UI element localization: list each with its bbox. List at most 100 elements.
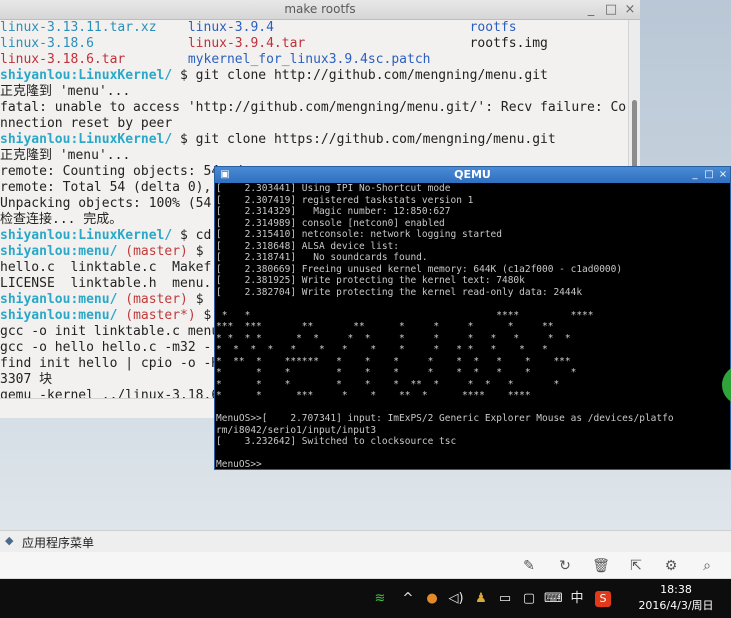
prompt-command: $ git clone http://github.com/mengning/m… — [172, 68, 548, 83]
menuos-ascii-art-line: * * * * * * * * * * * * * * * — [216, 344, 548, 355]
prompt-branch: (master) — [117, 292, 188, 307]
keyboard-icon[interactable]: ⌨ — [544, 590, 563, 608]
output-text: nnection reset by peer — [0, 116, 173, 131]
chevron-up-icon[interactable]: ^ — [399, 590, 417, 608]
output-text: 检查连接... 完成。 — [0, 212, 123, 227]
display-icon[interactable]: ▭ — [496, 590, 514, 608]
ls-row: linux-3.18.6.tar mykernel_for_linux3.9.4… — [0, 52, 628, 68]
settings-icon[interactable]: ⚙ — [662, 557, 680, 575]
console-line: MenuOS>>[ 2.707341] input: ImExPS/2 Gene… — [216, 413, 674, 424]
ls-row: linux-3.13.11.tar.xz linux-3.9.4 rootfs — [0, 20, 628, 36]
ls-entry: linux-3.9.4 — [187, 20, 470, 35]
prompt-path: :LinuxKernel/ — [70, 132, 173, 147]
boot-log-line: [ 2.307419] registered taskstats version… — [216, 194, 474, 206]
prompt-command: $ git clone https://github.com/mengning/… — [172, 132, 556, 147]
taskbar-clock[interactable]: 18:38 2016/4/3/周日 — [626, 582, 726, 614]
terminal-titlebar[interactable]: make rootfs _ □ × — [0, 0, 640, 20]
ls-entry: linux-3.18.6 — [0, 36, 188, 51]
boot-log-line: [ 2.303441] Using IPI No-Shortcut mode — [216, 183, 451, 194]
menuos-ascii-art-line: * * * * * * * * * * * * * * * — [216, 332, 571, 344]
prompt-user: shiyanlou — [0, 68, 71, 83]
boot-log-line: [ 2.318648] ALSA device list: — [216, 240, 400, 252]
output-text: qemu -kernel ../linux-3.18.6 — [0, 388, 220, 398]
close-icon[interactable]: × — [621, 1, 639, 19]
output-text: fatal: unable to access 'http://github.c… — [0, 100, 627, 115]
minimize-icon[interactable]: _ — [582, 1, 600, 19]
output-text: find init hello | cpio -o -H — [0, 356, 220, 371]
boot-log-line: [ 2.315410] netconsole: network logging … — [216, 229, 502, 240]
boot-log-line: [ 2.380669] Freeing unused kernel memory… — [216, 263, 623, 275]
terminal-title: make rootfs — [284, 2, 356, 16]
taskbar: ≋ ^ ● ◁) ♟ ▭ ▢ ⌨ 中 S 18:38 2016/4/3/周日 — [0, 579, 731, 618]
minimize-icon[interactable]: _ — [688, 168, 702, 182]
menuos-ascii-art-line: * * * * * * ** * * * * * — [216, 378, 560, 390]
prompt-user: shiyanlou — [0, 308, 71, 323]
maximize-icon[interactable]: □ — [602, 1, 620, 19]
output-line: 正克隆到 'menu'... — [0, 148, 628, 164]
sogou-input-icon[interactable]: S — [595, 591, 611, 607]
message-icon[interactable]: ▢ — [520, 590, 538, 608]
volume-icon[interactable]: ◁) — [447, 590, 465, 608]
menuos-ascii-art-line: * * **** **** — [216, 309, 594, 321]
menuos-ascii-art-line: * * * * * * * * * * * * — [216, 367, 577, 378]
output-line: nnection reset by peer — [0, 116, 628, 132]
prompt-command: $ cd — [172, 228, 212, 243]
qemu-titlebar[interactable]: ▣ QEMU _ □ × — [215, 167, 730, 183]
boot-log-line: [ 2.314989] console [netcon0] enabled — [216, 217, 445, 229]
clock-time: 18:38 — [660, 583, 692, 596]
search-icon[interactable]: ⌕ — [698, 557, 716, 575]
wifi-icon[interactable]: ≋ — [371, 590, 389, 608]
app-menu-icon: ◆ — [5, 534, 14, 547]
console-line: MenuOS>>_ — [216, 459, 268, 469]
prompt-branch: (master) — [117, 244, 188, 259]
maximize-icon[interactable]: □ — [702, 168, 716, 182]
prompt-branch: (master*) — [117, 308, 196, 323]
prompt-user: shiyanlou — [0, 132, 71, 147]
qemu-window[interactable]: ▣ QEMU _ □ × [ 2.303441] Using IPI No-Sh… — [214, 166, 731, 470]
clock-date: 2016/4/3/周日 — [638, 599, 714, 612]
pin-icon[interactable]: ✎ — [520, 557, 538, 575]
trash-icon[interactable]: 🗑 — [592, 557, 610, 575]
prompt-user: shiyanlou — [0, 228, 71, 243]
output-text: 正克隆到 'menu'... — [0, 84, 131, 99]
application-menu-bar[interactable]: ◆ 应用程序菜单 — [0, 530, 731, 552]
ls-entry: rootfs — [469, 20, 517, 35]
prompt-user: shiyanlou — [0, 292, 71, 307]
console-line: [ 3.232642] Switched to clocksource tsc — [216, 436, 457, 447]
prompt-command: $ — [187, 292, 212, 307]
output-text: hello.c linktable.c Makef — [0, 260, 212, 275]
prompt-user: shiyanlou — [0, 244, 71, 259]
refresh-icon[interactable]: ↻ — [556, 557, 574, 575]
prompt-path: :LinuxKernel/ — [70, 228, 173, 243]
ls-entry: linux-3.18.6.tar — [0, 52, 188, 67]
application-menu-label[interactable]: 应用程序菜单 — [22, 534, 94, 551]
ls-entry: linux-3.13.11.tar.xz — [0, 20, 188, 35]
monkey-app-icon[interactable]: ● — [423, 590, 441, 608]
menuos-ascii-art-line: *** *** ** ** * * * * ** — [216, 321, 554, 332]
ls-row: linux-3.18.6 linux-3.9.4.tar rootfs.img — [0, 36, 628, 52]
output-text: gcc -o hello hello.c -m32 - — [0, 340, 212, 355]
prompt-line: shiyanlou:LinuxKernel/ $ git clone http:… — [0, 68, 628, 84]
output-text: 正克隆到 'menu'... — [0, 148, 131, 163]
people-icon[interactable]: ♟ — [472, 590, 490, 608]
prompt-command: $ — [187, 244, 204, 259]
ime-language-label[interactable]: 中 — [568, 590, 586, 608]
prompt-path: :menu/ — [70, 244, 118, 259]
export-icon[interactable]: ⇱ — [627, 557, 645, 575]
qemu-title: QEMU — [454, 168, 491, 181]
ls-entry: mykernel_for_linux3.9.4sc.patch — [187, 52, 470, 67]
output-text: LICENSE linktable.h menu. — [0, 276, 212, 291]
prompt-path: :menu/ — [70, 308, 118, 323]
boot-log-line: [ 2.314329] Magic number: 12:850:627 — [216, 206, 451, 217]
prompt-path: :menu/ — [70, 292, 118, 307]
prompt-line: shiyanlou:LinuxKernel/ $ git clone https… — [0, 132, 628, 148]
close-icon[interactable]: × — [716, 168, 730, 182]
output-text: Unpacking objects: 100% (54 — [0, 196, 212, 211]
output-line: 正克隆到 'menu'... — [0, 84, 628, 100]
boot-log-line: [ 2.381925] Write protecting the kernel … — [216, 275, 525, 286]
qemu-console[interactable]: [ 2.303441] Using IPI No-Shortcut mode[ … — [215, 183, 730, 469]
boot-log-line: [ 2.382704] Write protecting the kernel … — [216, 286, 583, 298]
